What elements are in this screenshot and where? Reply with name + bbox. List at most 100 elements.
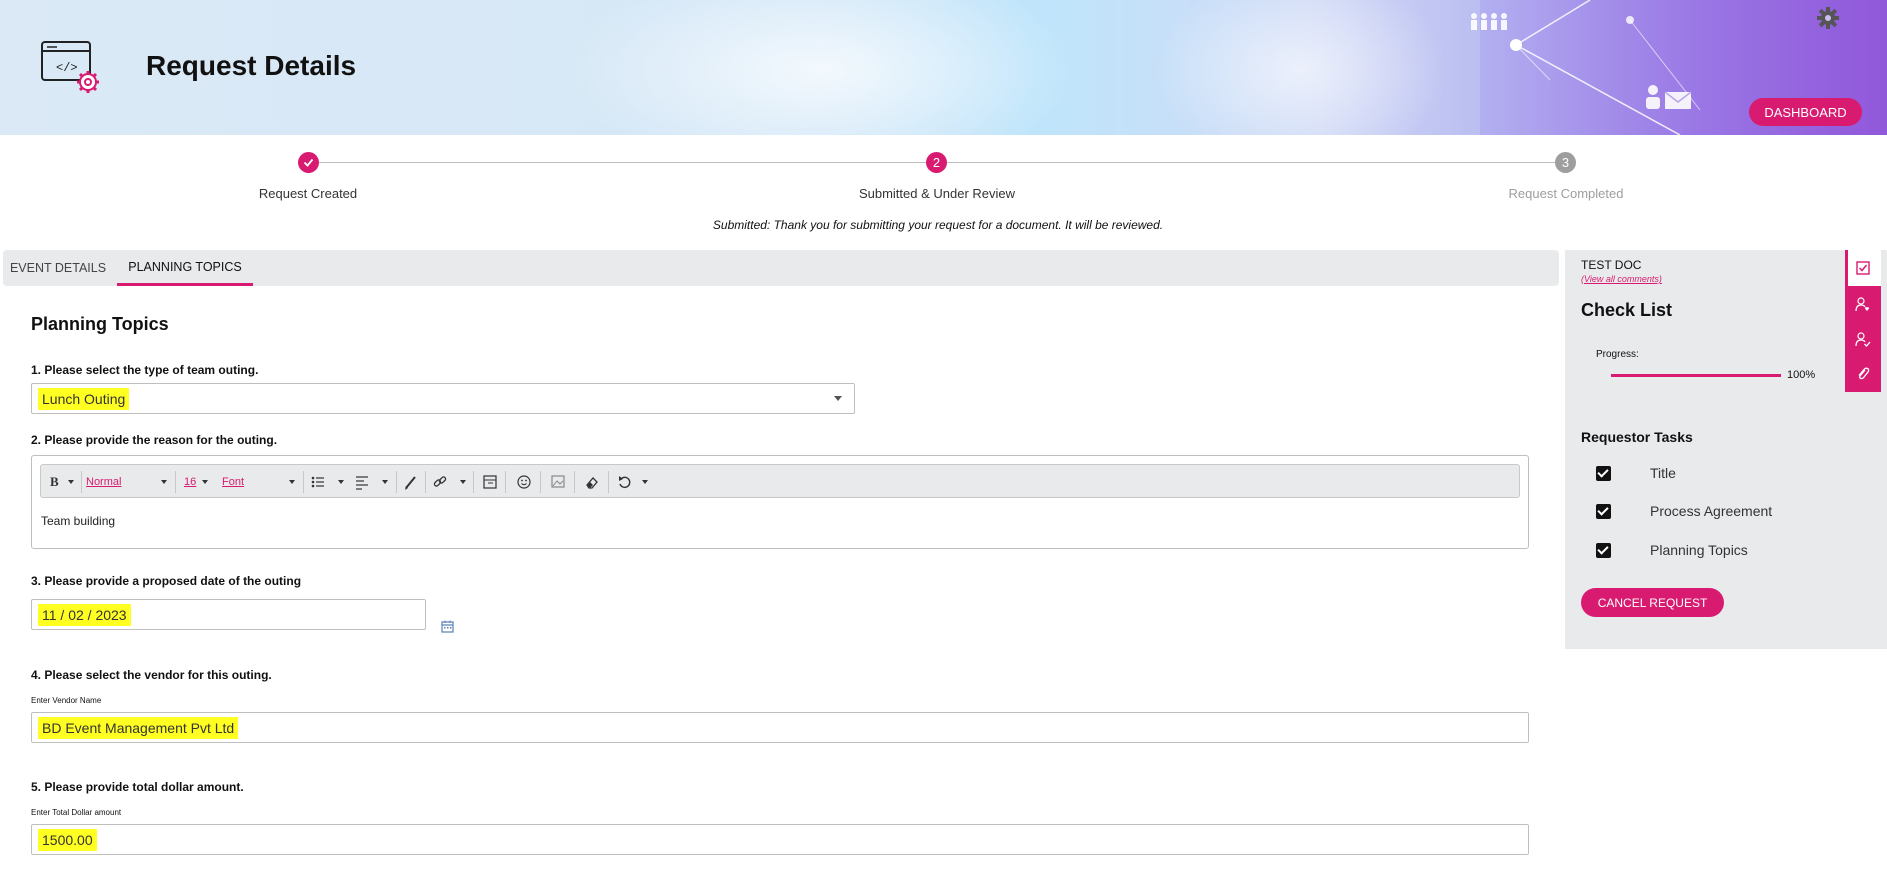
step-2-circle: 2 bbox=[926, 152, 947, 173]
step-connector bbox=[319, 162, 926, 163]
tab-event-details[interactable]: EVENT DETAILS bbox=[3, 250, 113, 286]
task-process-agreement[interactable]: Process Agreement bbox=[1596, 502, 1772, 520]
code-window-gear-icon: </> bbox=[41, 41, 99, 93]
editor-toolbar: B Normal 16 Font bbox=[40, 464, 1520, 498]
attachments-button[interactable] bbox=[1845, 356, 1881, 392]
section-title: Planning Topics bbox=[31, 314, 169, 334]
header-banner: </> Request Details DASHBOARD bbox=[0, 0, 1887, 135]
step-connector bbox=[947, 162, 1555, 163]
chevron-down-icon bbox=[338, 480, 344, 484]
chevron-down-icon bbox=[834, 396, 842, 401]
q3-label: 3. Please provide a proposed date of the… bbox=[31, 574, 302, 588]
date-input[interactable]: 11 / 02 / 2023 bbox=[31, 599, 426, 630]
image-icon[interactable] bbox=[551, 473, 565, 491]
chevron-down-icon bbox=[161, 480, 167, 484]
toolbar-divider bbox=[574, 471, 575, 493]
side-icon-strip bbox=[1845, 250, 1881, 392]
checklist-icon bbox=[1856, 261, 1870, 275]
status-message: Submitted: Thank you for submitting your… bbox=[712, 218, 1164, 232]
step-1-done-icon bbox=[298, 152, 319, 173]
user-approvals-button[interactable] bbox=[1845, 321, 1881, 357]
link-icon[interactable] bbox=[433, 473, 447, 491]
doc-title: TEST DOC bbox=[1581, 258, 1642, 272]
date-value: 11 / 02 / 2023 bbox=[38, 604, 131, 626]
bulleted-list-icon[interactable] bbox=[311, 473, 325, 491]
toolbar-divider bbox=[81, 471, 82, 493]
user-favorites-button[interactable] bbox=[1845, 286, 1881, 322]
eraser-icon[interactable] bbox=[585, 473, 599, 491]
toolbar-divider bbox=[540, 471, 541, 493]
tab-planning-topics[interactable]: PLANNING TOPICS bbox=[117, 250, 253, 286]
paperclip-icon bbox=[1858, 367, 1870, 380]
reason-rich-text-editor: B Normal 16 Font Team building bbox=[31, 455, 1529, 549]
dashboard-button[interactable]: DASHBOARD bbox=[1749, 98, 1862, 126]
task-planning-topics[interactable]: Planning Topics bbox=[1596, 541, 1748, 559]
checklist-title: Check List bbox=[1581, 300, 1673, 320]
toolbar-divider bbox=[303, 471, 304, 493]
user-check-icon bbox=[1855, 332, 1871, 347]
toolbar-divider bbox=[505, 471, 506, 493]
outing-type-select[interactable]: Lunch Outing bbox=[31, 383, 855, 414]
banner-glow bbox=[1150, 0, 1450, 135]
toolbar-divider bbox=[425, 471, 426, 493]
font-family-select[interactable]: Font bbox=[222, 473, 244, 491]
task-label: Process Agreement bbox=[1650, 503, 1773, 519]
step-1-label: Request Created bbox=[258, 186, 358, 201]
dollar-amount-input[interactable]: 1500.00 bbox=[31, 824, 1529, 855]
task-title[interactable]: Title bbox=[1596, 464, 1676, 482]
page-title: Request Details bbox=[146, 50, 357, 81]
checklist-tab-button[interactable] bbox=[1845, 250, 1881, 286]
q1-label: 1. Please select the type of team outing… bbox=[31, 363, 259, 377]
checklist-panel: TEST DOC (View all comments) Check List … bbox=[1565, 250, 1887, 649]
chevron-down-icon bbox=[382, 480, 388, 484]
task-label: Title bbox=[1650, 465, 1676, 481]
step-3-label: Request Completed bbox=[1508, 186, 1624, 201]
checkbox-checked-icon[interactable] bbox=[1596, 465, 1611, 481]
q5-label: 5. Please provide total dollar amount. bbox=[31, 780, 244, 794]
chevron-down-icon bbox=[202, 480, 208, 484]
progress-value: 100% bbox=[1787, 369, 1816, 381]
tasks-title: Requestor Tasks bbox=[1581, 429, 1693, 445]
banner-glow bbox=[560, 0, 1080, 135]
chevron-down-icon bbox=[460, 480, 466, 484]
toolbar-divider bbox=[473, 471, 474, 493]
progress-fill bbox=[1611, 374, 1781, 377]
outing-type-value: Lunch Outing bbox=[38, 388, 130, 410]
pen-icon[interactable] bbox=[404, 473, 418, 491]
user-heart-icon bbox=[1855, 297, 1869, 312]
vendor-name-input[interactable]: BD Event Management Pvt Ltd bbox=[31, 712, 1529, 743]
chevron-down-icon bbox=[68, 480, 74, 484]
chevron-down-icon bbox=[642, 480, 648, 484]
table-icon[interactable] bbox=[483, 473, 497, 491]
checkbox-checked-icon[interactable] bbox=[1596, 542, 1611, 558]
checkbox-checked-icon[interactable] bbox=[1596, 503, 1611, 519]
align-icon[interactable] bbox=[355, 473, 369, 491]
chevron-down-icon bbox=[289, 480, 295, 484]
calendar-icon[interactable] bbox=[441, 620, 454, 633]
q4-label: 4. Please select the vendor for this out… bbox=[31, 668, 272, 682]
bold-button[interactable]: B bbox=[50, 473, 59, 491]
toolbar-divider bbox=[608, 471, 609, 493]
progress-label: Progress: bbox=[1596, 349, 1639, 360]
paragraph-style-select[interactable]: Normal bbox=[86, 473, 121, 491]
q2-label: 2. Please provide the reason for the out… bbox=[31, 433, 278, 447]
gear-icon[interactable] bbox=[1816, 6, 1840, 30]
tab-bar: EVENT DETAILS PLANNING TOPICS bbox=[3, 250, 1559, 286]
check-icon bbox=[303, 158, 314, 167]
font-size-select[interactable]: 16 bbox=[184, 473, 196, 491]
progress-bar bbox=[1611, 374, 1781, 377]
task-label: Planning Topics bbox=[1650, 542, 1748, 558]
amount-sublabel: Enter Total Dollar amount bbox=[31, 808, 122, 817]
vendor-sublabel: Enter Vendor Name bbox=[31, 696, 102, 705]
reason-text[interactable]: Team building bbox=[41, 514, 115, 528]
step-2-label: Submitted & Under Review bbox=[858, 186, 1016, 201]
undo-icon[interactable] bbox=[617, 473, 631, 491]
step-3-circle: 3 bbox=[1555, 152, 1576, 173]
emoji-icon[interactable] bbox=[517, 473, 531, 491]
cancel-request-button[interactable]: CANCEL REQUEST bbox=[1581, 588, 1724, 617]
toolbar-divider bbox=[175, 471, 176, 493]
view-comments-link[interactable]: (View all comments) bbox=[1581, 274, 1662, 284]
svg-text:</>: </> bbox=[56, 61, 78, 75]
toolbar-divider bbox=[396, 471, 397, 493]
dollar-amount-value: 1500.00 bbox=[38, 829, 97, 851]
